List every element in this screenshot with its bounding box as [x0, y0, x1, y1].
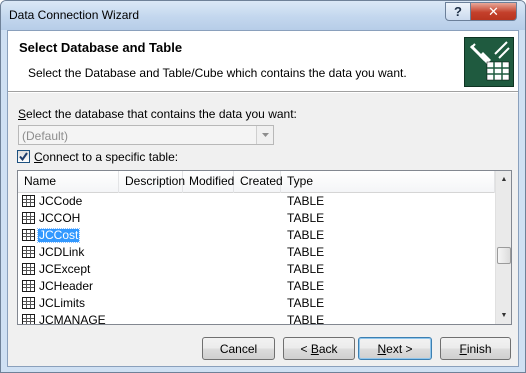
help-icon: ?	[454, 4, 462, 19]
window-title: Data Connection Wizard	[9, 8, 140, 22]
table-icon	[22, 314, 35, 324]
header-separator	[8, 92, 518, 93]
table-name: JCMANAGE	[39, 313, 106, 325]
table-icon	[22, 212, 35, 224]
table-row[interactable]: JCCode TABLE	[18, 193, 495, 210]
table-icon	[22, 263, 35, 275]
table-name: JCCOH	[39, 211, 81, 225]
table-icon	[22, 297, 35, 309]
back-prefix: <	[300, 341, 311, 356]
back-label: ack	[318, 341, 338, 356]
page-description: Select the Database and Table/Cube which…	[28, 66, 407, 80]
back-accesskey: B	[310, 341, 319, 356]
table-list-header: Name Description Modified Created Type	[18, 171, 495, 193]
database-select-value: (Default)	[22, 129, 69, 143]
data-connection-wizard-window: Data Connection Wizard ? ✕ Select Databa…	[0, 0, 526, 373]
table-row[interactable]: JCExcept TABLE	[18, 261, 495, 278]
connect-table-label-text: onnect to a specific table:	[42, 150, 179, 164]
chevron-down-icon[interactable]	[256, 126, 273, 144]
table-type: TABLE	[287, 279, 325, 293]
column-name[interactable]: Name	[18, 171, 119, 193]
table-icon	[22, 280, 35, 292]
scroll-up-icon[interactable]: ▲	[496, 171, 511, 188]
help-button[interactable]: ?	[445, 2, 471, 21]
table-row[interactable]: JCLimits TABLE	[18, 295, 495, 312]
finish-accesskey: F	[459, 341, 467, 356]
table-name: JCExcept	[39, 262, 91, 276]
table-row[interactable]: JCCOH TABLE	[18, 210, 495, 227]
table-name: JCLimits	[39, 296, 86, 310]
table-name: JCCode	[39, 194, 83, 208]
connect-table-accesskey: C	[34, 150, 43, 164]
database-label-accesskey: S	[18, 107, 27, 121]
table-type: TABLE	[287, 211, 325, 225]
finish-label: inish	[466, 341, 492, 356]
scrollbar-thumb[interactable]	[497, 247, 511, 264]
dialog-body: Select Database and Table Select the Dat…	[7, 30, 519, 367]
table-type: TABLE	[287, 245, 325, 259]
close-icon: ✕	[488, 3, 499, 19]
cancel-button[interactable]: Cancel	[202, 337, 275, 360]
connect-table-checkbox[interactable]	[17, 150, 30, 163]
table-icon	[22, 246, 35, 258]
vertical-scrollbar[interactable]: ▲ ▼	[495, 171, 511, 324]
next-button[interactable]: Next >	[358, 337, 432, 360]
database-label-text: elect the database that contains the dat…	[26, 107, 297, 121]
next-accesskey: N	[377, 341, 387, 356]
table-type: TABLE	[287, 228, 325, 242]
column-type[interactable]: Type	[281, 171, 495, 193]
database-plug-icon	[464, 37, 514, 87]
back-button[interactable]: < Back	[283, 337, 355, 360]
column-created[interactable]: Created	[234, 171, 283, 193]
checkmark-icon	[19, 152, 28, 162]
table-type: TABLE	[287, 262, 325, 276]
wizard-header: Select Database and Table Select the Dat…	[8, 31, 518, 92]
table-list-rows: JCCode TABLE JCCOH TABLE JCCost TABLE JC…	[18, 193, 495, 324]
table-name: JCCost	[36, 228, 81, 243]
column-modified[interactable]: Modified	[183, 171, 234, 193]
table-type: TABLE	[287, 313, 325, 325]
scroll-down-icon[interactable]: ▼	[496, 307, 511, 324]
close-button[interactable]: ✕	[470, 2, 517, 21]
table-type: TABLE	[287, 194, 325, 208]
table-row[interactable]: JCDLink TABLE	[18, 244, 495, 261]
table-row[interactable]: JCMANAGE TABLE	[18, 312, 495, 324]
table-type: TABLE	[287, 296, 325, 310]
connect-table-label[interactable]: Connect to a specific table:	[34, 150, 178, 164]
page-title: Select Database and Table	[19, 40, 183, 55]
table-name: JCHeader	[39, 279, 94, 293]
table-row[interactable]: JCHeader TABLE	[18, 278, 495, 295]
database-select[interactable]: (Default)	[18, 125, 274, 145]
finish-button[interactable]: Finish	[440, 337, 511, 360]
column-description[interactable]: Description	[119, 171, 185, 193]
table-icon	[22, 195, 35, 207]
table-list[interactable]: Name Description Modified Created Type J…	[17, 170, 512, 325]
table-icon	[22, 229, 35, 241]
table-row-selected[interactable]: JCCost TABLE	[18, 227, 495, 244]
title-bar[interactable]: Data Connection Wizard ? ✕	[1, 1, 525, 30]
next-label: ext >	[386, 341, 413, 356]
database-label: Select the database that contains the da…	[18, 107, 297, 121]
table-name: JCDLink	[39, 245, 85, 259]
